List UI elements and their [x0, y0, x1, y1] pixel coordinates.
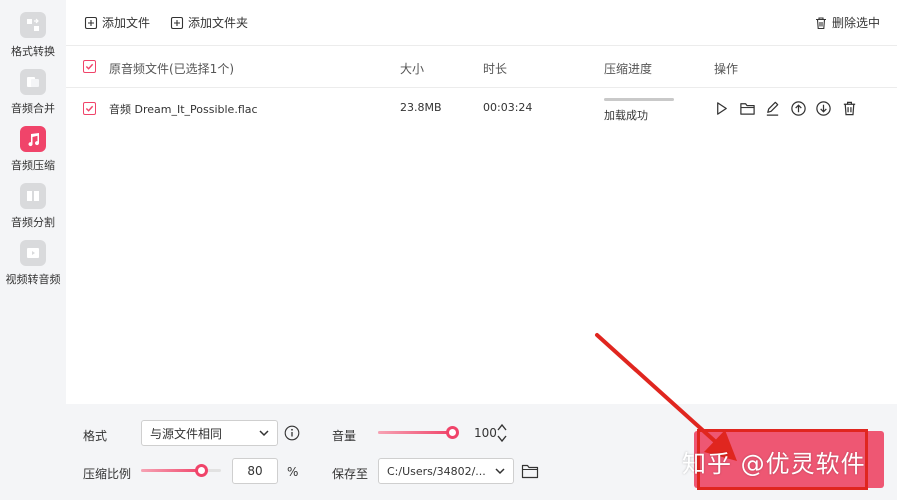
sidebar-item-label: 格式转换 [11, 45, 55, 58]
header-progress: 压缩进度 [604, 62, 653, 76]
video-to-audio-icon [20, 240, 46, 266]
sidebar-item-label: 视频转音频 [5, 273, 61, 286]
stepper-arrows-icon[interactable] [496, 421, 508, 445]
music-note-icon [20, 126, 46, 152]
sidebar-item-label: 音频压缩 [11, 159, 55, 172]
sidebar-item-audio-split[interactable]: 音频分割 [0, 183, 66, 230]
play-icon [716, 101, 727, 115]
browse-folder-icon[interactable] [521, 463, 539, 479]
volume-slider-knob[interactable] [446, 426, 459, 439]
arrow-up-circle-icon [790, 100, 806, 116]
checkmark-icon [85, 63, 94, 70]
volume-value: 100 [474, 426, 497, 440]
move-up-button[interactable] [789, 99, 807, 117]
ratio-label: 压缩比例 [83, 467, 132, 481]
ratio-unit: % [287, 465, 299, 479]
sidebar-item-label: 音频分割 [11, 216, 55, 229]
sidebar-item-format-convert[interactable]: 格式转换 [0, 12, 66, 59]
format-value: 与源文件相同 [150, 426, 223, 441]
ratio-value: 80 [247, 464, 263, 478]
open-folder-button[interactable] [738, 99, 756, 117]
select-all-checkbox[interactable] [83, 60, 96, 73]
sidebar-item-label: 音频合并 [11, 102, 55, 115]
compress-progress-bar [604, 98, 674, 101]
header-name: 原音频文件(已选择1个) [109, 62, 234, 76]
pencil-icon [766, 101, 778, 116]
delete-selected-button[interactable]: 删除选中 [814, 14, 880, 31]
volume-slider[interactable] [378, 426, 459, 440]
trash-icon [816, 16, 826, 29]
file-duration: 00:03:24 [483, 101, 533, 114]
file-name: 音频 Dream_It_Possible.flac [109, 103, 258, 116]
sidebar: 格式转换 音频合并 音频压缩 音频分割 视频转音频 [0, 0, 66, 500]
format-label: 格式 [83, 429, 108, 443]
header-duration: 时长 [483, 62, 508, 76]
ratio-input[interactable]: 80 [232, 458, 278, 484]
save-to-label: 保存至 [332, 467, 369, 481]
arrow-down-circle-icon [815, 100, 831, 116]
toolbar: 添加文件 添加文件夹 删除选中 [66, 0, 897, 46]
chevron-down-icon [259, 430, 269, 437]
ratio-slider[interactable] [141, 464, 221, 478]
add-file-icon [84, 16, 98, 29]
trash-icon [843, 101, 855, 115]
table-row[interactable]: 音频 Dream_It_Possible.flac 23.8MB 00:03:2… [66, 88, 897, 130]
format-select[interactable]: 与源文件相同 [141, 420, 278, 446]
add-folder-icon [170, 16, 184, 29]
edit-button[interactable] [763, 99, 781, 117]
audio-merge-icon [20, 69, 46, 95]
play-button[interactable] [712, 99, 730, 117]
format-convert-icon [20, 12, 46, 38]
save-path-select[interactable]: C:/Users/34802/... [378, 458, 514, 484]
header-actions: 操作 [714, 62, 739, 76]
table-header: 原音频文件(已选择1个) 大小 时长 压缩进度 操作 [66, 46, 897, 88]
save-path-value: C:/Users/34802/... [387, 464, 486, 478]
sidebar-item-audio-merge[interactable]: 音频合并 [0, 69, 66, 116]
add-folder-label: 添加文件夹 [188, 16, 249, 30]
add-folder-button[interactable]: 添加文件夹 [170, 14, 248, 31]
file-size: 23.8MB [400, 101, 442, 114]
sidebar-item-audio-compress[interactable]: 音频压缩 [0, 126, 66, 173]
add-file-label: 添加文件 [102, 16, 151, 30]
audio-split-icon [20, 183, 46, 209]
delete-selected-label: 删除选中 [832, 16, 881, 30]
move-down-button[interactable] [814, 99, 832, 117]
file-status: 加载成功 [604, 109, 648, 122]
add-file-button[interactable]: 添加文件 [84, 14, 150, 31]
file-list-panel: 添加文件 添加文件夹 删除选中 原音频文件(已选择1个) 大小 时长 压缩进度 … [66, 0, 897, 404]
chevron-down-icon [495, 468, 505, 475]
info-icon[interactable] [284, 425, 300, 441]
ratio-slider-knob[interactable] [195, 464, 208, 477]
folder-icon [739, 102, 755, 115]
row-checkbox[interactable] [83, 102, 96, 115]
delete-row-button[interactable] [840, 99, 858, 117]
start-compress-button[interactable] [694, 431, 884, 488]
sidebar-item-video-to-audio[interactable]: 视频转音频 [0, 240, 66, 287]
volume-label: 音量 [332, 429, 357, 443]
checkmark-icon [85, 105, 94, 112]
header-size: 大小 [400, 62, 425, 76]
